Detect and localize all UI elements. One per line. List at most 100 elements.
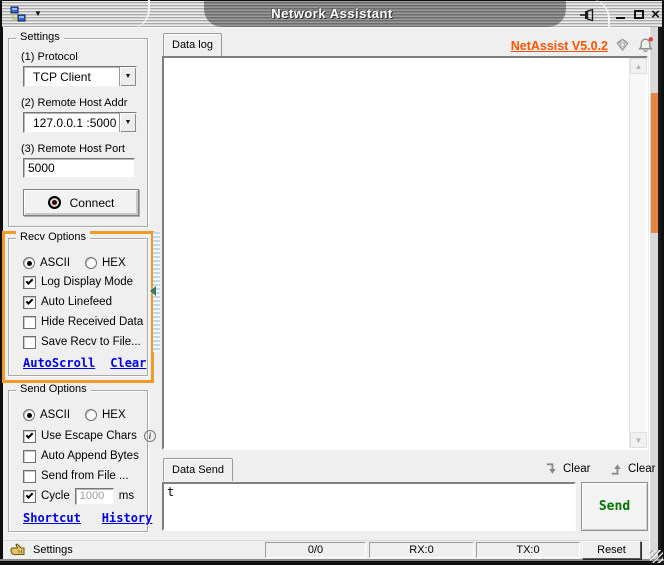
radio-icon[interactable] (23, 257, 35, 269)
radio-icon[interactable] (85, 409, 97, 421)
netassist-version-link[interactable]: NetAssist V5.0.2 (500, 39, 608, 53)
history-link[interactable]: History (102, 511, 153, 525)
checkbox-label: Send from File ... (41, 470, 129, 482)
recv-options-group-title: Recv Options (16, 231, 90, 243)
protocol-dropdown[interactable]: TCP Client ▼ (23, 66, 137, 87)
checkbox-icon[interactable] (23, 276, 36, 289)
checkbox-send-from-file[interactable]: Send from File ... (23, 468, 129, 484)
cycle-label: Cycle (41, 490, 70, 502)
data-send-input-wrap: t (162, 482, 576, 531)
diamond-icon[interactable] (614, 36, 631, 53)
bottom-border-line (0, 559, 664, 561)
send-radio-hex[interactable]: HEX (85, 407, 126, 423)
pin-icon[interactable] (579, 7, 595, 23)
send-radio-ascii-label: ASCII (40, 409, 70, 421)
scroll-up-icon[interactable]: ▲ (630, 58, 647, 74)
tab-data-send-label: Data Send (172, 464, 224, 476)
recv-options-group: Recv Options ASCII HEX Log Display Mode … (8, 238, 148, 376)
panel-splitter[interactable] (153, 232, 160, 352)
checkbox-icon[interactable] (23, 296, 36, 309)
checkbox-auto-append-bytes[interactable]: Auto Append Bytes (23, 448, 139, 464)
send-options-group-title: Send Options (16, 383, 91, 395)
check-icon (26, 431, 34, 439)
status-tx: TX:0 (476, 542, 580, 558)
checkbox-icon[interactable] (23, 316, 36, 329)
send-radio-ascii[interactable]: ASCII (23, 407, 70, 423)
checkbox-label: Auto Linefeed (41, 296, 112, 308)
window-title: Network Assistant (2, 6, 662, 21)
maximize-icon (634, 10, 644, 19)
checkbox-hide-received-data[interactable]: Hide Received Data (23, 314, 143, 330)
remote-host-port-input[interactable] (23, 158, 135, 178)
reset-button[interactable]: Reset (582, 541, 641, 559)
checkbox-icon[interactable] (23, 470, 36, 483)
check-icon (26, 491, 34, 499)
right-border-line (658, 27, 661, 560)
cycle-interval-input[interactable] (75, 488, 114, 505)
checkbox-auto-linefeed[interactable]: Auto Linefeed (23, 294, 112, 310)
checkbox-save-recv-to-file[interactable]: Save Recv to File... (23, 334, 141, 350)
check-icon (26, 297, 34, 305)
clear-recv-button[interactable]: Clear (544, 461, 590, 477)
radio-icon[interactable] (23, 409, 35, 421)
checkbox-label: Use Escape Chars (41, 430, 137, 442)
data-log-panel[interactable]: ▲ ▼ (162, 56, 648, 450)
tab-data-log[interactable]: Data log (163, 33, 222, 56)
radio-dot-icon (27, 413, 32, 418)
remote-host-addr-dropdown-button[interactable]: ▼ (119, 113, 136, 132)
log-scrollbar[interactable]: ▲ ▼ (629, 58, 646, 448)
settings-group: Settings (1) Protocol TCP Client ▼ (2) R… (8, 38, 148, 227)
checkbox-label: Hide Received Data (41, 316, 143, 328)
title-bar[interactable]: ▼ Network Assistant × (2, 1, 662, 27)
clear-send-button[interactable]: Clear (609, 461, 655, 477)
checkbox-label: Save Recv to File... (41, 336, 141, 348)
checkbox-use-escape-chars[interactable]: Use Escape Chars i (23, 428, 156, 444)
connection-status-icon (48, 196, 61, 209)
tab-data-send[interactable]: Data Send (163, 458, 233, 481)
checkbox-icon[interactable] (23, 450, 36, 463)
arrow-up-icon (609, 461, 624, 477)
protocol-dropdown-button[interactable]: ▼ (119, 67, 136, 86)
recv-radio-hex[interactable]: HEX (85, 255, 126, 271)
maximize-button[interactable] (630, 4, 647, 24)
pointing-hand-icon[interactable] (10, 542, 26, 558)
send-button[interactable]: Send (581, 482, 648, 531)
bell-notification-icon[interactable] (637, 36, 654, 53)
recv-clear-link[interactable]: Clear (110, 356, 146, 370)
data-log-content[interactable] (164, 58, 629, 448)
application-window: ▼ Network Assistant × Settings (1) Proto… (0, 0, 664, 565)
checkbox-log-display-mode[interactable]: Log Display Mode (23, 274, 133, 290)
remote-host-port-label: (3) Remote Host Port (21, 143, 125, 155)
checkbox-icon[interactable] (23, 430, 36, 443)
right-border-accent (651, 93, 658, 233)
status-settings-label[interactable]: Settings (33, 544, 73, 556)
collapse-arrow-icon (150, 286, 156, 296)
radio-icon[interactable] (85, 257, 97, 269)
minimize-button[interactable] (612, 4, 629, 24)
recv-radio-ascii[interactable]: ASCII (23, 255, 70, 271)
radio-dot-icon (27, 261, 32, 266)
send-button-label: Send (599, 499, 630, 514)
checkbox-icon[interactable] (23, 490, 36, 503)
chevron-down-icon: ▼ (125, 73, 132, 80)
close-button[interactable]: × (647, 4, 664, 24)
settings-group-title: Settings (16, 31, 64, 43)
scroll-down-icon[interactable]: ▼ (630, 432, 647, 448)
data-send-input[interactable]: t (164, 484, 574, 529)
cycle-unit-label: ms (119, 490, 134, 502)
shortcut-link[interactable]: Shortcut (23, 511, 81, 525)
protocol-value: TCP Client (24, 70, 119, 84)
close-icon: × (651, 6, 660, 23)
tab-data-log-label: Data log (172, 39, 213, 51)
checkbox-icon[interactable] (23, 336, 36, 349)
autoscroll-link[interactable]: AutoScroll (23, 356, 95, 370)
checkbox-cycle[interactable]: Cycle ms (23, 488, 134, 504)
resize-grip[interactable] (650, 550, 663, 563)
remote-host-addr-dropdown[interactable]: 127.0.0.1 :5000 ▼ (23, 112, 137, 133)
recv-radio-ascii-label: ASCII (40, 257, 70, 269)
chevron-down-icon: ▼ (125, 119, 132, 126)
checkbox-label: Auto Append Bytes (41, 450, 139, 462)
clear-recv-label: Clear (563, 463, 590, 475)
info-icon[interactable]: i (144, 430, 156, 442)
connect-button[interactable]: Connect (23, 189, 139, 216)
